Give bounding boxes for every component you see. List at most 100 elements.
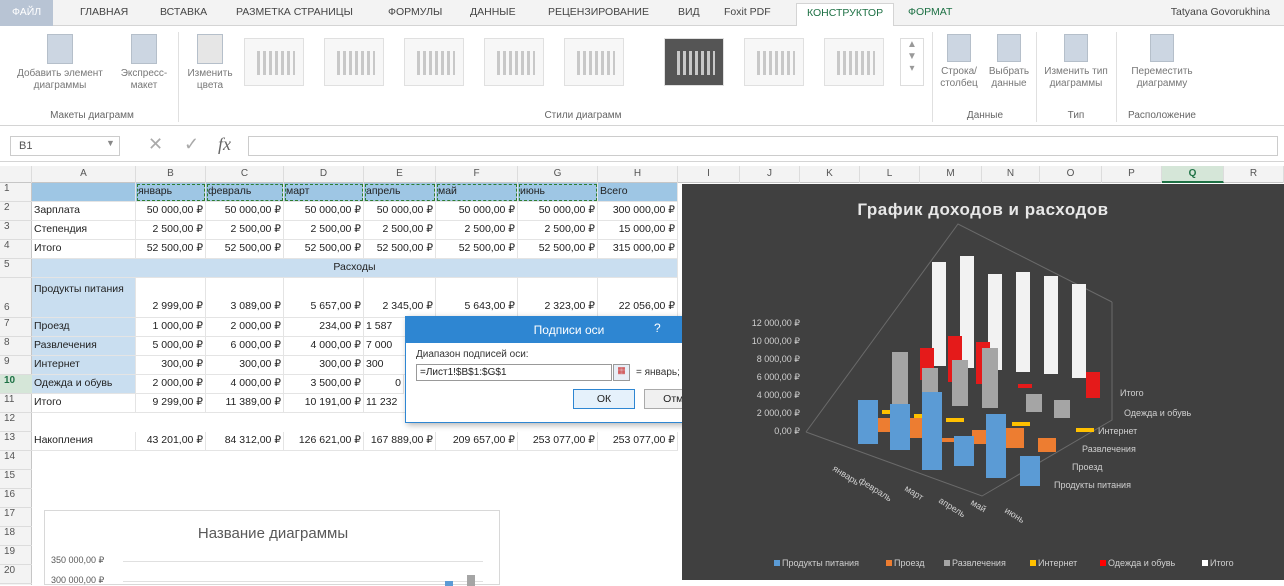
cell[interactable]: апрель (364, 183, 436, 202)
cell[interactable]: 2 323,00 ₽ (518, 278, 598, 318)
cell[interactable]: 300,00 ₽ (284, 356, 364, 375)
column[interactable] (1006, 428, 1024, 448)
cell[interactable]: 5 643,00 ₽ (436, 278, 518, 318)
column-header-c[interactable]: C (206, 166, 284, 183)
column[interactable] (946, 418, 964, 422)
cell[interactable]: 50 000,00 ₽ (518, 202, 598, 221)
column[interactable] (1038, 438, 1056, 452)
tab-foxit-pdf[interactable]: Foxit PDF (724, 6, 771, 18)
cell[interactable]: 2 500,00 ₽ (518, 221, 598, 240)
tab-design[interactable]: КОНСТРУКТОР (796, 3, 895, 27)
column-header-m[interactable]: M (920, 166, 982, 183)
enter-icon[interactable]: ✓ (184, 134, 199, 155)
cell[interactable]: июнь (518, 183, 598, 202)
column[interactable] (952, 360, 968, 406)
cell[interactable]: 167 889,00 ₽ (364, 432, 436, 451)
formula-input[interactable] (248, 136, 1278, 156)
cell[interactable]: 3 089,00 ₽ (206, 278, 284, 318)
column-header-r[interactable]: R (1224, 166, 1284, 183)
column-header-a[interactable]: A (32, 166, 136, 183)
cell[interactable]: 3 500,00 ₽ (284, 375, 364, 394)
tab-file[interactable]: ФАЙЛ (0, 0, 54, 26)
column[interactable] (892, 352, 908, 404)
cell[interactable]: 234,00 ₽ (284, 318, 364, 337)
cell[interactable]: 50 000,00 ₽ (284, 202, 364, 221)
column[interactable] (986, 414, 1006, 478)
cancel-icon[interactable]: ✕ (148, 134, 163, 155)
cell[interactable]: 315 000,00 ₽ (598, 240, 678, 259)
quick-layout-button[interactable]: Экспресс-макет (114, 34, 174, 92)
column-header-p[interactable]: P (1102, 166, 1162, 183)
column-header-q[interactable]: Q (1162, 166, 1224, 183)
range-picker-icon[interactable]: ▦ (613, 364, 630, 381)
column-header-f[interactable]: F (436, 166, 518, 183)
chart-style-6[interactable] (664, 38, 724, 86)
cell[interactable]: Итого (32, 240, 136, 259)
cell[interactable]: 0 (364, 375, 404, 394)
cell[interactable]: 5 657,00 ₽ (284, 278, 364, 318)
cell[interactable]: 2 500,00 ₽ (364, 221, 436, 240)
column[interactable] (890, 404, 910, 450)
cell[interactable]: 253 077,00 ₽ (518, 432, 598, 451)
select-data-button[interactable]: Выбрать данные (984, 34, 1034, 90)
cell[interactable]: январь (136, 183, 206, 202)
chart-style-4[interactable] (484, 38, 544, 86)
insert-function-icon[interactable]: fx (218, 134, 231, 155)
cell[interactable]: 300,00 ₽ (206, 356, 284, 375)
column[interactable] (1016, 272, 1030, 372)
column[interactable] (922, 392, 942, 470)
cell[interactable]: февраль (206, 183, 284, 202)
cell[interactable]: 22 056,00 ₽ (598, 278, 678, 318)
cell[interactable]: 1 000,00 ₽ (136, 318, 206, 337)
column-header-o[interactable]: O (1040, 166, 1102, 183)
legend-item[interactable]: Продукты питания (782, 558, 859, 568)
ok-button[interactable]: ОК (573, 389, 635, 409)
cell[interactable]: 52 500,00 ₽ (436, 240, 518, 259)
cell[interactable]: 84 312,00 ₽ (206, 432, 284, 451)
tab-insert[interactable]: ВСТАВКА (160, 6, 207, 18)
expenses-band[interactable]: Расходы (32, 259, 678, 278)
cell[interactable]: Степендия (32, 221, 136, 240)
chart2-bar[interactable] (467, 575, 475, 586)
cell[interactable]: 52 500,00 ₽ (364, 240, 436, 259)
column[interactable] (1086, 372, 1100, 398)
cell[interactable]: 43 201,00 ₽ (136, 432, 206, 451)
legend-item[interactable]: Итого (1210, 558, 1234, 568)
tab-data[interactable]: ДАННЫЕ (470, 6, 516, 18)
chart-style-1[interactable] (244, 38, 304, 86)
cell[interactable]: 300 000,00 ₽ (598, 202, 678, 221)
cell[interactable]: Накопления (32, 432, 136, 451)
cell[interactable]: 253 077,00 ₽ (598, 432, 678, 451)
column-header-n[interactable]: N (982, 166, 1040, 183)
cell[interactable]: 4 000,00 ₽ (284, 337, 364, 356)
column[interactable] (1072, 284, 1086, 378)
tab-format[interactable]: ФОРМАТ (908, 6, 952, 18)
cell[interactable]: 50 000,00 ₽ (364, 202, 436, 221)
column[interactable] (1044, 276, 1058, 374)
column-header-h[interactable]: H (598, 166, 678, 183)
chart2-bar[interactable] (445, 581, 453, 586)
cell[interactable]: 15 000,00 ₽ (598, 221, 678, 240)
cell[interactable]: 9 299,00 ₽ (136, 394, 206, 413)
cell[interactable]: Итого (32, 394, 136, 413)
cell[interactable]: 52 500,00 ₽ (136, 240, 206, 259)
chart-style-3[interactable] (404, 38, 464, 86)
legend-item[interactable]: Проезд (894, 558, 925, 568)
cell[interactable]: 126 621,00 ₽ (284, 432, 364, 451)
legend-item[interactable]: Интернет (1038, 558, 1077, 568)
cell[interactable]: Зарплата (32, 202, 136, 221)
chart-plot-area[interactable]: 12 000,00 ₽ 10 000,00 ₽ 8 000,00 ₽ 6 000… (682, 184, 1284, 580)
column[interactable] (1076, 428, 1094, 432)
tab-review[interactable]: РЕЦЕНЗИРОВАНИЕ (548, 6, 649, 18)
cell[interactable]: 5 000,00 ₽ (136, 337, 206, 356)
change-colors-button[interactable]: Изменить цвета (182, 34, 238, 92)
axis-range-input[interactable]: =Лист1!$B$1:$G$1 (416, 364, 612, 381)
chart-style-2[interactable] (324, 38, 384, 86)
cell[interactable]: 2 345,00 ₽ (364, 278, 436, 318)
cell[interactable]: 11 389,00 ₽ (206, 394, 284, 413)
cell[interactable]: 50 000,00 ₽ (206, 202, 284, 221)
column[interactable] (1054, 400, 1070, 418)
cell[interactable]: 2 500,00 ₽ (284, 221, 364, 240)
cell[interactable]: май (436, 183, 518, 202)
help-icon[interactable]: ? (654, 321, 661, 335)
